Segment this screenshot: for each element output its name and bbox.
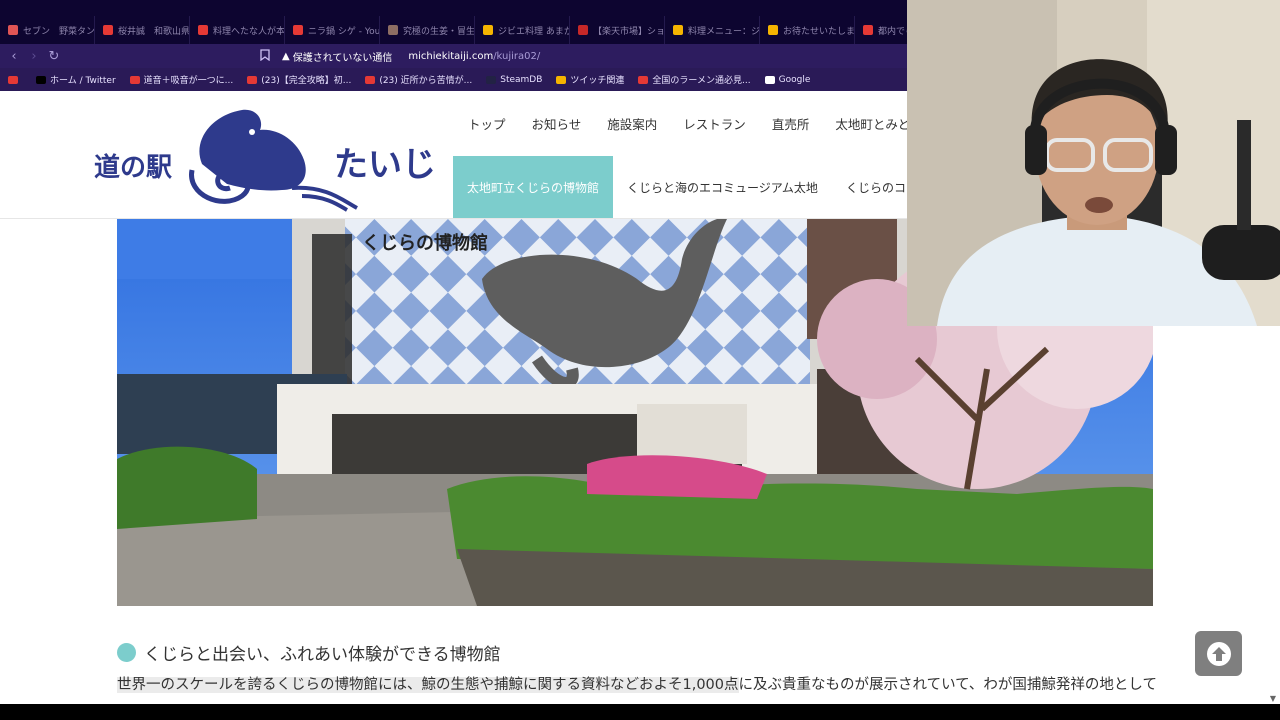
tab-favicon-icon	[673, 25, 683, 35]
main-nav: トップ お知らせ 施設案内 レストラン 直売所 太地町とみどころ	[455, 110, 948, 137]
webcam-overlay	[907, 0, 1280, 326]
tab-favicon-icon	[198, 25, 208, 35]
bookmark-favicon-icon	[486, 75, 497, 84]
bookmark-label: SteamDB	[500, 74, 543, 85]
paragraph-highlight: 世界一のスケールを誇るくじらの博物館には、鯨の生態や捕鯨に関する資料などおよそ1…	[117, 677, 739, 693]
nav-item[interactable]: 施設案内	[594, 110, 670, 137]
browser-tab[interactable]: お待たせいたしまし	[760, 16, 855, 44]
forward-button[interactable]: ›	[24, 49, 44, 64]
logo-text: 道の駅	[94, 152, 172, 183]
tab-favicon-icon	[483, 25, 493, 35]
url-host: michiekitaiji.com	[408, 50, 494, 62]
browser-tab[interactable]: ニラ鍋 シゲ - YouT	[285, 16, 380, 44]
security-status[interactable]: 保護されていない通信	[293, 49, 393, 64]
tab-favicon-icon	[863, 25, 873, 35]
bookmark-item[interactable]	[8, 75, 22, 84]
url-field[interactable]: michiekitaiji.com/kujira02/	[408, 51, 540, 62]
bookmark-item[interactable]: (23) 近所から苦情が...	[365, 73, 472, 86]
bookmark-label: 道音＋吸音が一つに...	[143, 76, 234, 86]
browser-tab[interactable]: 【楽天市場】ショウ	[570, 16, 665, 44]
browser-tab[interactable]: ジビエ料理 あまかい	[475, 16, 570, 44]
tab-label: 【楽天市場】ショウ	[593, 26, 665, 37]
bookmark-item[interactable]: 全国のラーメン通必見...	[638, 73, 751, 86]
warning-icon[interactable]: ▲	[282, 51, 290, 62]
browser-tab[interactable]: セブン 野菜タン	[0, 16, 95, 44]
sub-nav: 太地町立くじらの博物館 くじらと海のエコミュージアム太地 くじらのコラム	[453, 156, 944, 218]
browser-tab[interactable]: 料理へたな人が本	[190, 16, 285, 44]
tab-label: ニラ鍋 シゲ - YouT	[308, 26, 380, 37]
bookmark-favicon-icon	[365, 75, 376, 84]
browser-tab[interactable]: 究極の生姜・冒生	[380, 16, 475, 44]
bookmark-item[interactable]: ホーム / Twitter	[36, 73, 116, 86]
tab-label: 究極の生姜・冒生	[403, 26, 475, 37]
tab-favicon-icon	[388, 25, 398, 35]
nav-item[interactable]: 直売所	[759, 110, 823, 137]
section-heading: くじらと出会い、ふれあい体験ができる博物館	[117, 640, 501, 665]
museum-sign: くじらの博物館	[362, 232, 488, 254]
taskbar-strip	[0, 704, 1280, 720]
scroll-down-icon[interactable]: ▼	[1270, 694, 1276, 703]
bookmark-item[interactable]: Google	[764, 74, 811, 85]
bookmark-label: ツイッチ関連	[570, 76, 625, 86]
tab-label: 桜井誠 和歌山県	[118, 26, 190, 37]
paragraph-rest: に及ぶ貴重なものが展示されていて、わが国捕鯨発祥の地として昔	[738, 677, 1157, 693]
bookmark-favicon-icon	[8, 75, 18, 84]
back-button[interactable]: ‹	[4, 49, 24, 64]
logo-script: たいじ	[334, 145, 436, 185]
nav-item[interactable]: お知らせ	[519, 110, 595, 137]
scroll-to-top-button[interactable]	[1195, 631, 1242, 676]
tab-favicon-icon	[103, 25, 113, 35]
browser-tab[interactable]: 桜井誠 和歌山県	[95, 16, 190, 44]
tab-label: お待たせいたしまし	[783, 26, 855, 37]
nav-item[interactable]: レストラン	[670, 110, 759, 137]
subnav-item[interactable]: くじらと海のエコミュージアム太地	[613, 156, 832, 218]
bookmark-item[interactable]: SteamDB	[486, 75, 542, 85]
bookmark-favicon-icon	[638, 75, 649, 84]
tab-label: 料理メニュー：ジビ	[688, 26, 760, 37]
tab-label: ジビエ料理 あまかい	[498, 26, 569, 37]
bookmark-favicon-icon	[129, 75, 140, 84]
heading-text: くじらと出会い、ふれあい体験ができる博物館	[144, 645, 501, 665]
tab-favicon-icon	[578, 25, 588, 35]
bookmark-label: (23) 近所から苦情が...	[379, 76, 473, 86]
tab-favicon-icon	[8, 25, 18, 35]
tab-strip: セブン 野菜タン 桜井誠 和歌山県 料理へたな人が本 ニラ鍋 シゲ - YouT 究極の…	[0, 16, 926, 44]
heading-dot-icon	[117, 643, 136, 662]
subnav-item[interactable]: 太地町立くじらの博物館	[453, 156, 614, 218]
tab-label: 料理へたな人が本	[213, 26, 285, 37]
screen: { "browser": { "tabs": [ {"label": "セブン …	[0, 0, 1280, 720]
bookmark-label: ホーム / Twitter	[50, 76, 116, 86]
browser-tab[interactable]: 料理メニュー：ジビ	[665, 16, 760, 44]
site-logo[interactable]: 道の駅 たいじ	[92, 100, 452, 212]
tab-favicon-icon	[768, 25, 778, 35]
arrow-up-circle-icon	[1206, 641, 1231, 666]
url-path: /kujira02/	[493, 50, 541, 62]
bookmark-label: 全国のラーメン通必見...	[652, 76, 751, 86]
reload-button[interactable]: ↻	[44, 49, 64, 64]
bookmark-favicon-icon	[247, 75, 258, 84]
bookmark-icon[interactable]	[260, 48, 270, 64]
site-header: 道の駅 たいじ トップ お知らせ 施設案内 レストラン 直売所 太地町とみどころ 太地町立…	[0, 92, 935, 219]
nav-item[interactable]: トップ	[455, 110, 519, 137]
bookmark-item[interactable]: 道音＋吸音が一つに...	[129, 73, 234, 86]
bookmark-favicon-icon	[36, 75, 46, 84]
bookmark-label: Google	[778, 74, 811, 85]
bookmark-favicon-icon	[764, 75, 775, 84]
bookmark-label: (23)【完全攻略】初...	[261, 76, 352, 86]
tab-label: セブン 野菜タン	[23, 26, 95, 37]
bookmark-favicon-icon	[556, 75, 567, 84]
tab-favicon-icon	[293, 25, 303, 35]
intro-paragraph: 世界一のスケールを誇るくじらの博物館には、鯨の生態や捕鯨に関する資料などおよそ1…	[117, 674, 1157, 696]
bookmark-item[interactable]: ツイッチ関連	[556, 73, 624, 86]
bookmark-item[interactable]: (23)【完全攻略】初...	[247, 73, 351, 86]
